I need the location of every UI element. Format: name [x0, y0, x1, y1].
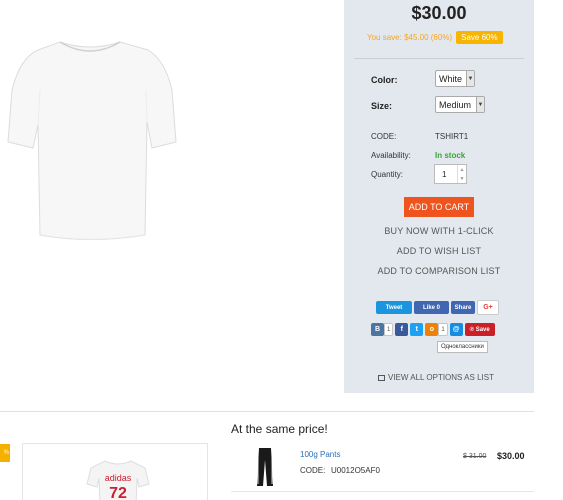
add-to-wish-list-link[interactable]: ADD TO WISH LIST [344, 246, 534, 256]
related-item-name[interactable]: 100g Pants [300, 450, 340, 459]
quantity-input[interactable]: 1 [442, 170, 446, 179]
increment-icon[interactable]: ▲ [457, 165, 466, 174]
color-select-value: White [439, 73, 463, 84]
you-save-text: You save: $45.00 (60%) [367, 33, 453, 42]
related-item-price: $30.00 [497, 451, 525, 461]
social-share-row: Tweet Like 0 Share G+ [376, 300, 501, 315]
related-item-divider [231, 491, 534, 492]
google-plus-button[interactable]: G+ [477, 300, 499, 315]
add-to-comparison-link[interactable]: ADD TO COMPARISON LIST [344, 266, 534, 276]
buy-now-link[interactable]: BUY NOW WITH 1-CLICK [344, 226, 534, 236]
pants-thumbnail[interactable] [255, 448, 275, 486]
list-view-icon [378, 374, 385, 381]
add-to-cart-button[interactable]: ADD TO CART [404, 197, 474, 217]
related-item-code: U0012O5AF0 [331, 466, 380, 475]
color-select[interactable]: White ▼ [435, 70, 475, 87]
odnoklassniki-count: 1 [438, 323, 448, 336]
quantity-stepper[interactable]: 1 ▲ ▼ [434, 164, 467, 184]
facebook-icon[interactable]: f [395, 323, 409, 336]
size-select-value: Medium [439, 99, 472, 110]
code-label: CODE: [371, 132, 397, 141]
section-divider [0, 411, 534, 412]
pinterest-save-button[interactable]: ℗ Save [464, 323, 495, 336]
pinterest-label: Save [475, 326, 490, 333]
save-badge: Save 60% [456, 31, 503, 44]
color-label: Color: [371, 75, 398, 85]
facebook-share-button[interactable]: Share [451, 301, 475, 314]
facebook-like-button[interactable]: Like 0 [414, 301, 449, 314]
quantity-label: Quantity: [371, 170, 404, 179]
share-tooltip: Одноклассники [437, 341, 488, 353]
view-all-options-label: VIEW ALL OPTIONS AS LIST [388, 373, 494, 382]
purchase-panel: $30.00 You save: $45.00 (60%) Save 60% C… [344, 0, 534, 393]
product-price: $30.00 [411, 3, 467, 23]
tweet-button[interactable]: Tweet [376, 301, 412, 314]
vk-count: 1 [384, 323, 394, 336]
shirt-number-text: 72 [109, 485, 127, 500]
related-product-image[interactable]: adidas 72 [83, 456, 153, 500]
panel-divider [354, 58, 524, 59]
same-price-heading: At the same price! [231, 422, 328, 436]
social-share-row-2: В 1 f t о 1 @ ℗ Save [371, 323, 495, 336]
chevron-down-icon: ▼ [466, 71, 474, 86]
discount-tab: % [0, 444, 10, 462]
savings-row: You save: $45.00 (60%) Save 60% [367, 31, 503, 44]
twitter-icon[interactable]: t [410, 323, 424, 336]
product-image[interactable] [0, 30, 185, 245]
size-select[interactable]: Medium ▼ [435, 96, 485, 113]
size-label: Size: [371, 101, 393, 111]
view-all-options-link[interactable]: VIEW ALL OPTIONS AS LIST [378, 373, 494, 382]
odnoklassniki-icon[interactable]: о [425, 323, 439, 336]
code-value: TSHIRT1 [435, 132, 469, 141]
availability-label: Availability: [371, 151, 411, 160]
related-item-code-label: CODE: [300, 466, 326, 475]
related-item-old-price: $ 31.00 [463, 453, 487, 460]
vk-icon[interactable]: В [371, 323, 384, 336]
decrement-icon[interactable]: ▼ [457, 174, 466, 183]
related-product-card[interactable]: adidas 72 [22, 443, 208, 500]
mail-icon[interactable]: @ [449, 323, 463, 336]
chevron-down-icon: ▼ [476, 97, 484, 112]
availability-value: In stock [435, 151, 466, 160]
shirt-print-text: adidas [105, 473, 132, 483]
